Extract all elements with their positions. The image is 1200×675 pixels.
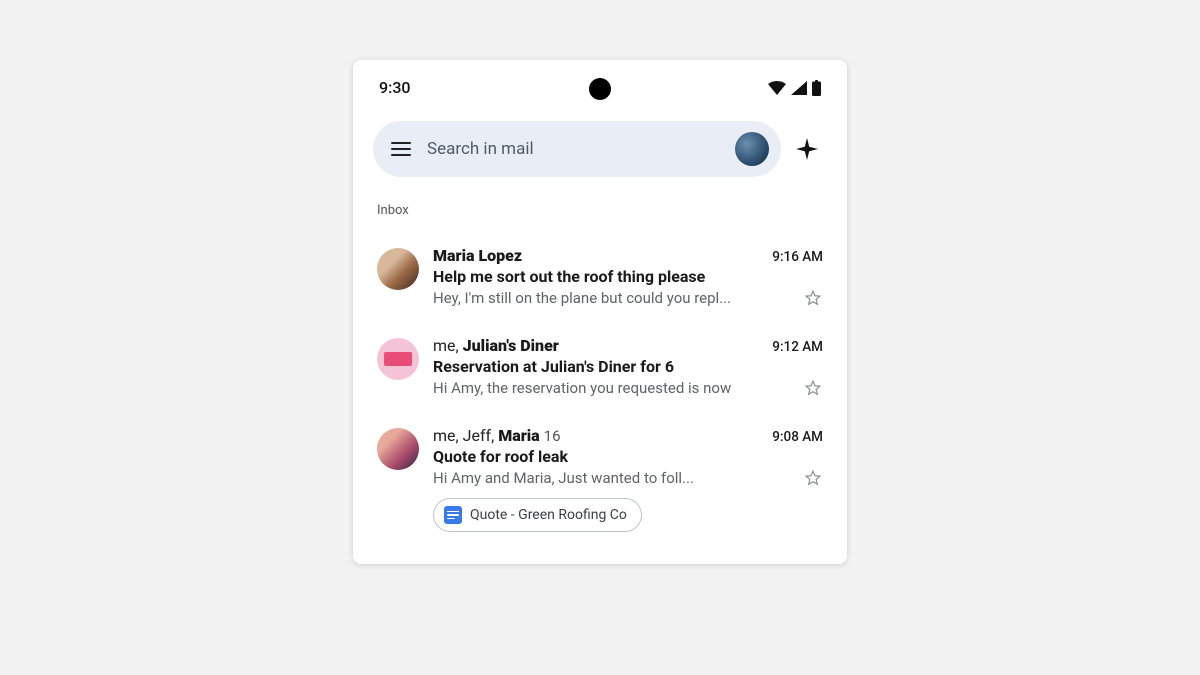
star-button[interactable]	[803, 288, 823, 308]
diner-logo-icon	[384, 352, 412, 366]
status-time: 9:30	[379, 78, 411, 97]
ai-sparkle-button[interactable]	[793, 135, 821, 163]
email-item[interactable]: me, Jeff, Maria16 9:08 AM Quote for roof…	[373, 410, 827, 544]
star-outline-icon	[804, 289, 822, 307]
phone-frame: 9:30 Search in mail Inbox Maria Lopez	[353, 60, 847, 564]
email-body: me, Julian's Diner 9:12 AM Reservation a…	[433, 336, 823, 398]
sender-avatar[interactable]	[377, 338, 419, 380]
search-row: Search in mail	[353, 109, 847, 187]
email-time: 9:12 AM	[772, 339, 823, 355]
email-body: me, Jeff, Maria16 9:08 AM Quote for roof…	[433, 426, 823, 532]
star-button[interactable]	[803, 378, 823, 398]
inbox-label: Inbox	[353, 187, 847, 224]
email-item[interactable]: me, Julian's Diner 9:12 AM Reservation a…	[373, 320, 827, 410]
signal-icon	[791, 81, 807, 95]
email-sender: me, Jeff, Maria16	[433, 426, 561, 445]
star-button[interactable]	[803, 468, 823, 488]
email-list: Maria Lopez 9:16 AM Help me sort out the…	[353, 224, 847, 564]
camera-cutout	[589, 78, 611, 100]
star-outline-icon	[804, 379, 822, 397]
document-icon	[444, 506, 462, 524]
attachment-chip[interactable]: Quote - Green Roofing Co	[433, 498, 642, 532]
menu-icon[interactable]	[391, 142, 411, 156]
email-subject: Quote for roof leak	[433, 447, 823, 466]
status-bar: 9:30	[353, 60, 847, 109]
search-bar[interactable]: Search in mail	[373, 121, 781, 177]
search-input[interactable]: Search in mail	[427, 139, 719, 159]
email-time: 9:16 AM	[772, 249, 823, 265]
email-snippet: Hi Amy and Maria, Just wanted to foll...	[433, 469, 694, 487]
email-body: Maria Lopez 9:16 AM Help me sort out the…	[433, 246, 823, 308]
email-sender: me, Julian's Diner	[433, 336, 559, 355]
email-subject: Help me sort out the roof thing please	[433, 267, 823, 286]
attachment-label: Quote - Green Roofing Co	[470, 507, 627, 523]
star-outline-icon	[804, 469, 822, 487]
sender-avatar[interactable]	[377, 428, 419, 470]
email-time: 9:08 AM	[772, 429, 823, 445]
sparkle-icon	[795, 137, 819, 161]
sender-avatar[interactable]	[377, 248, 419, 290]
status-icons	[768, 80, 821, 96]
profile-avatar[interactable]	[735, 132, 769, 166]
email-subject: Reservation at Julian's Diner for 6	[433, 357, 823, 376]
email-sender: Maria Lopez	[433, 246, 522, 265]
wifi-icon	[768, 81, 786, 95]
email-snippet: Hi Amy, the reservation you requested is…	[433, 379, 731, 397]
email-item[interactable]: Maria Lopez 9:16 AM Help me sort out the…	[373, 230, 827, 320]
email-snippet: Hey, I'm still on the plane but could yo…	[433, 289, 731, 307]
battery-icon	[812, 80, 821, 96]
